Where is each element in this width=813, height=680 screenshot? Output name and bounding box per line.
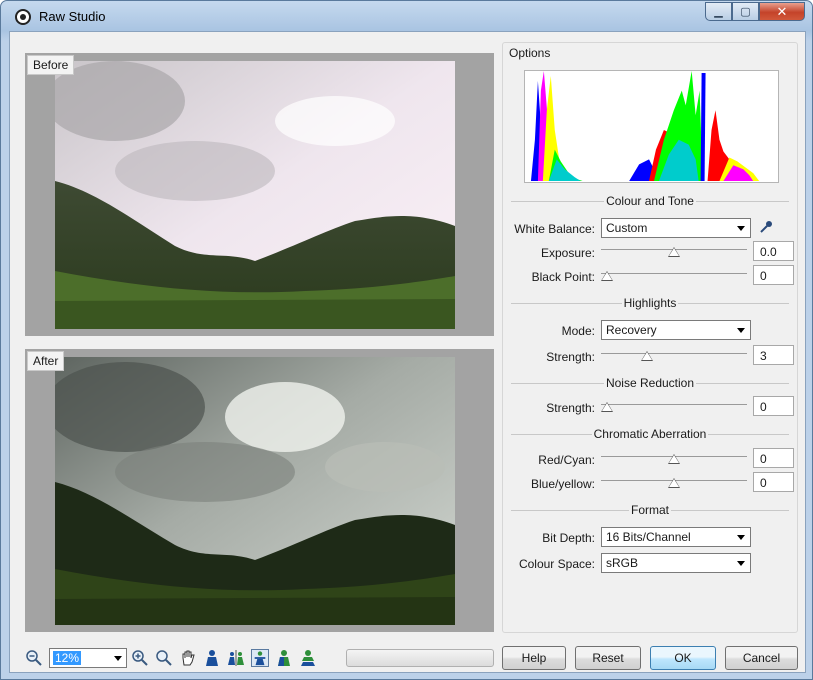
maximize-button[interactable]: ▢ — [732, 2, 759, 21]
zoom-out-icon[interactable] — [25, 649, 43, 667]
white-balance-select[interactable]: Custom — [601, 218, 751, 238]
highlight-strength-slider-track — [601, 353, 747, 354]
colour-space-value: sRGB — [606, 556, 639, 570]
section-highlights: Highlights — [511, 296, 789, 310]
bit-depth-label: Bit Depth: — [542, 531, 595, 545]
noise-strength-label: Strength: — [546, 401, 595, 415]
before-preview: Before — [25, 53, 494, 336]
chevron-down-icon — [114, 656, 122, 661]
before-after-view-icon[interactable] — [275, 649, 293, 667]
black-point-slider-thumb[interactable] — [601, 271, 613, 281]
side-by-side-view-icon[interactable] — [227, 649, 245, 667]
noise-strength-slider-track — [601, 404, 747, 405]
stacked-view-icon[interactable] — [299, 649, 317, 667]
zoom-select[interactable]: 12% — [49, 648, 127, 668]
red-cyan-slider-thumb[interactable] — [668, 454, 680, 464]
exposure-slider[interactable] — [601, 242, 747, 258]
split-view-icon[interactable] — [251, 649, 269, 667]
noise-strength-field[interactable]: 0 — [753, 396, 794, 416]
after-preview: After — [25, 349, 494, 632]
highlight-strength-field[interactable]: 3 — [753, 345, 794, 365]
highlight-strength-slider[interactable] — [601, 346, 747, 362]
section-format-title: Format — [628, 503, 671, 517]
exposure-field[interactable]: 0.0 — [753, 241, 794, 261]
bit-depth-select[interactable]: 16 Bits/Channel — [601, 527, 751, 547]
before-label: Before — [27, 55, 75, 75]
blue-yellow-field[interactable]: 0 — [753, 472, 794, 492]
chevron-down-icon — [737, 328, 745, 333]
section-chromatic-aberration: Chromatic Aberration — [511, 427, 789, 441]
exposure-slider-thumb[interactable] — [668, 247, 680, 257]
after-label: After — [27, 351, 65, 371]
highlight-mode-select[interactable]: Recovery — [601, 320, 751, 340]
minimize-button[interactable]: ▁ — [705, 2, 732, 21]
hand-pan-icon[interactable] — [179, 649, 197, 667]
black-point-field[interactable]: 0 — [753, 265, 794, 285]
white-balance-label: White Balance: — [514, 222, 595, 236]
options-title: Options — [507, 46, 553, 60]
section-colour-and-tone-title: Colour and Tone — [604, 194, 696, 208]
chevron-down-icon — [737, 561, 745, 566]
bit-depth-value: 16 Bits/Channel — [606, 530, 691, 544]
red-cyan-field[interactable]: 0 — [753, 448, 794, 468]
zoom-in-icon[interactable] — [131, 649, 149, 667]
blue-yellow-label: Blue/yellow: — [530, 477, 595, 491]
noise-strength-slider-thumb[interactable] — [601, 402, 613, 412]
black-point-label: Black Point: — [531, 270, 595, 284]
noise-strength-slider[interactable] — [601, 397, 747, 413]
blue-yellow-slider-thumb[interactable] — [668, 478, 680, 488]
after-photo — [55, 357, 455, 625]
zoom-fit-icon[interactable] — [155, 649, 173, 667]
section-chromatic-aberration-title: Chromatic Aberration — [591, 427, 709, 441]
black-point-slider[interactable] — [601, 266, 747, 282]
chevron-down-icon — [737, 226, 745, 231]
dialog-client-area: Before After Options Colour and Tone Whi… — [9, 31, 806, 673]
view-toolbar: 12% — [25, 646, 323, 670]
colour-space-select[interactable]: sRGB — [601, 553, 751, 573]
highlight-mode-value: Recovery — [606, 323, 657, 337]
highlight-strength-label: Strength: — [546, 350, 595, 364]
section-highlights-title: Highlights — [621, 296, 679, 310]
progress-bar — [346, 649, 494, 667]
blue-yellow-slider[interactable] — [601, 473, 747, 489]
title-bar: Raw Studio ▁ ▢ ✕ — [1, 1, 812, 31]
ok-button[interactable]: OK — [650, 646, 716, 670]
white-balance-value: Custom — [606, 221, 648, 235]
window-title: Raw Studio — [39, 9, 106, 24]
colour-space-label: Colour Space: — [518, 557, 595, 571]
close-button[interactable]: ✕ — [759, 2, 805, 21]
red-cyan-slider[interactable] — [601, 449, 747, 465]
histogram — [524, 70, 779, 183]
caption-buttons: ▁ ▢ ✕ — [705, 2, 805, 21]
red-cyan-label: Red/Cyan: — [538, 453, 595, 467]
black-point-slider-track — [601, 273, 747, 274]
single-view-icon[interactable] — [203, 649, 221, 667]
mode-label: Mode: — [561, 324, 595, 338]
exposure-label: Exposure: — [540, 246, 595, 260]
section-format: Format — [511, 503, 789, 517]
zoom-value: 12% — [53, 651, 82, 665]
section-colour-and-tone: Colour and Tone — [511, 194, 789, 208]
before-photo — [55, 61, 455, 329]
app-icon — [15, 9, 31, 25]
reset-button[interactable]: Reset — [575, 646, 641, 670]
eyedropper-icon[interactable] — [759, 220, 773, 234]
section-noise-reduction-title: Noise Reduction — [603, 376, 697, 390]
cancel-button[interactable]: Cancel — [725, 646, 798, 670]
options-panel: Options Colour and Tone White Balance: C… — [502, 42, 798, 633]
chevron-down-icon — [737, 535, 745, 540]
main-window: Raw Studio ▁ ▢ ✕ Before After Options Co… — [0, 0, 813, 680]
help-button[interactable]: Help — [502, 646, 566, 670]
section-noise-reduction: Noise Reduction — [511, 376, 789, 390]
highlight-strength-slider-thumb[interactable] — [641, 351, 654, 361]
